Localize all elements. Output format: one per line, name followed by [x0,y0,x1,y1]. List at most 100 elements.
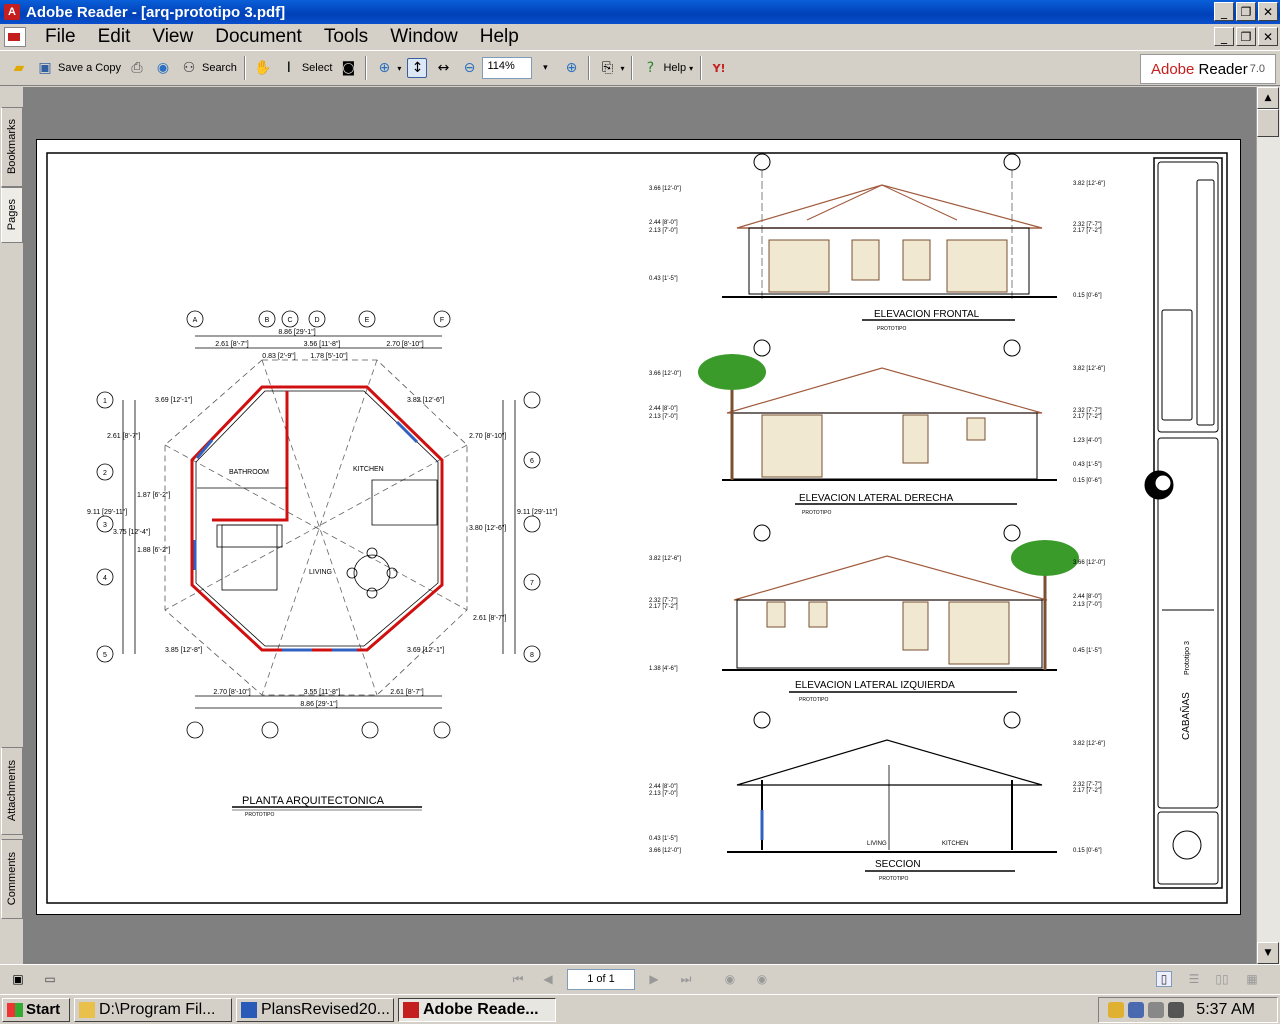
email-button[interactable]: ◉ [150,55,176,81]
tab-pages[interactable]: Pages [1,187,23,243]
svg-text:3.82 [12'-6"]: 3.82 [12'-6"] [649,556,681,562]
dim-bottom-1: 2.70 [8'-10"] [213,689,250,696]
menu-tools[interactable]: Tools [313,26,379,48]
document-view[interactable]: BATHROOM KITCHEN LIVING 8.86 [29'-1"] 2.… [24,87,1256,964]
next-page-icon[interactable]: ▶ [646,971,662,987]
svg-text:D: D [314,317,319,324]
toolbar-separator [365,56,368,80]
zoom-dropdown[interactable]: ▾ [532,55,558,81]
yahoo-button[interactable]: Y! [706,55,732,81]
save-copy-label: Save a Copy [58,62,121,74]
svg-text:3.82 [12'-6"]: 3.82 [12'-6"] [1073,741,1105,747]
tab-comments[interactable]: Comments [1,839,23,919]
room-label-bathroom: BATHROOM [229,469,269,476]
clock[interactable]: 5:37 AM [1196,1001,1255,1019]
vertical-scrollbar[interactable]: ▲ ▼ [1256,87,1280,964]
doc-restore-icon[interactable]: ❐ [1236,27,1256,46]
svg-text:F: F [440,317,444,324]
tab-bookmarks[interactable]: Bookmarks [1,107,23,187]
tray-icon-2[interactable] [1128,1002,1145,1018]
taskbar-item-adobe-reader[interactable]: Adobe Reade... [398,997,556,1022]
title-bar: A Adobe Reader - [arq-prototipo 3.pdf] _… [0,0,1280,24]
svg-text:C: C [287,317,292,324]
word-icon [241,1001,257,1018]
status-toggle-icon[interactable]: ▣ [10,971,26,987]
document-icon[interactable] [4,27,26,47]
menu-edit[interactable]: Edit [87,26,142,48]
save-copy-button[interactable]: ▣ Save a Copy [32,55,124,81]
dim-right-4: 3.80 [12'-6"] [469,525,506,532]
svg-text:3.66 [12'-0"]: 3.66 [12'-0"] [649,848,681,854]
navigation-pane: Bookmarks Pages Attachments Comments [0,87,24,964]
svg-text:2.44 [8'-0"]: 2.44 [8'-0"] [649,784,678,790]
email-icon: ◉ [156,60,170,76]
print-button[interactable]: ⎙ [124,55,150,81]
previous-view-icon[interactable]: ◉ [722,971,738,987]
scroll-up-icon[interactable]: ▲ [1257,87,1279,109]
taskbar-item-explorer[interactable]: D:\Program Fil... [74,997,232,1022]
tray-icon-1[interactable] [1108,1002,1125,1018]
zoom-in-icon: ⊕ [565,60,578,76]
last-page-icon[interactable]: ⏭ [678,971,694,987]
scroll-down-icon[interactable]: ▼ [1257,942,1279,964]
next-view-icon[interactable]: ◉ [754,971,770,987]
zoom-level-input[interactable]: 114% [482,57,533,79]
snapshot-button[interactable]: ◙ [335,55,361,81]
tray-icon-4[interactable] [1168,1002,1185,1018]
tray-icon-3[interactable] [1148,1002,1165,1018]
fit-width-icon: ↔ [437,60,450,76]
svg-text:1: 1 [103,398,107,405]
floorplan-title: PLANTA ARQUITECTONICA [242,795,385,807]
svg-text:3: 3 [103,522,107,529]
search-button[interactable]: ⚇ Search [176,55,240,81]
help-icon: ? [646,60,655,76]
binoculars-icon: ⚇ [182,60,196,76]
adobe-reader-logo: Adobe Reader 7.0 [1140,54,1276,84]
single-page-icon[interactable]: ▯ [1156,971,1172,987]
doc-minimize-icon[interactable]: _ [1214,27,1234,46]
restore-icon[interactable]: ❐ [1236,2,1256,21]
actual-size-icon: ↕ [407,58,428,78]
doc-close-icon[interactable]: ✕ [1258,27,1278,46]
minimize-icon[interactable]: _ [1214,2,1234,21]
previous-page-icon[interactable]: ◀ [540,971,556,987]
elevation-front: 3.66 [12'-0"] 2.44 [8'-0"] 2.13 [7'-0"] … [649,153,1105,332]
tab-attachments[interactable]: Attachments [1,747,23,835]
menu-help[interactable]: Help [469,26,530,48]
taskbar-item-word[interactable]: PlansRevised20... [236,997,394,1022]
section-title: SECCION [875,859,921,870]
close-icon[interactable]: ✕ [1258,2,1278,21]
zoom-out-button[interactable]: ⊖ [456,55,482,81]
dim-right-5: 2.61 [8'-7"] [473,615,506,622]
adobe-reader-app-icon[interactable]: A [4,4,20,20]
page-size-icon[interactable]: ▭ [42,971,58,987]
continuous-facing-icon[interactable]: ▦ [1244,971,1260,987]
facing-icon[interactable]: ▯▯ [1214,971,1230,987]
toolbar-separator [700,56,703,80]
svg-text:2.17 [7'-2"]: 2.17 [7'-2"] [1073,228,1102,234]
start-button[interactable]: Start [2,997,70,1022]
scroll-thumb[interactable] [1257,109,1279,137]
actual-size-button[interactable]: ↕ [404,55,430,81]
menu-window[interactable]: Window [379,26,469,48]
zoom-in-tool-button[interactable]: ⊕ ▾ [371,55,404,81]
rotate-view-button[interactable]: ⎘ ▾ [594,55,627,81]
menu-document[interactable]: Document [204,26,313,48]
taskbar-item-label: Adobe Reade... [423,1000,539,1018]
save-icon: ▣ [38,60,52,76]
svg-text:3.66 [12'-0"]: 3.66 [12'-0"] [649,371,681,377]
first-page-icon[interactable]: ⏮ [510,971,526,987]
menu-view[interactable]: View [141,26,204,48]
zoom-in-button[interactable]: ⊕ [558,55,584,81]
fit-width-button[interactable]: ↔ [430,55,456,81]
hand-tool-button[interactable]: ✋ [250,55,276,81]
open-button[interactable]: ▰ [6,55,32,81]
page-number-input[interactable]: 1 of 1 [567,969,635,990]
continuous-icon[interactable]: ☰ [1186,971,1202,987]
titleblock-prototype: Prototipo 3 [1184,641,1191,675]
elevation-left: 3.82 [12'-6"] 2.32 [7'-7"] 2.17 [7'-2"] … [649,524,1105,703]
menu-file[interactable]: File [34,26,87,48]
help-button[interactable]: ? Help ▾ [637,55,696,81]
select-tool-button[interactable]: Ⅰ Select [276,55,336,81]
toolbar: ▰ ▣ Save a Copy ⎙ ◉ ⚇ Search ✋ Ⅰ Select ◙ ⊕… [0,50,1280,86]
